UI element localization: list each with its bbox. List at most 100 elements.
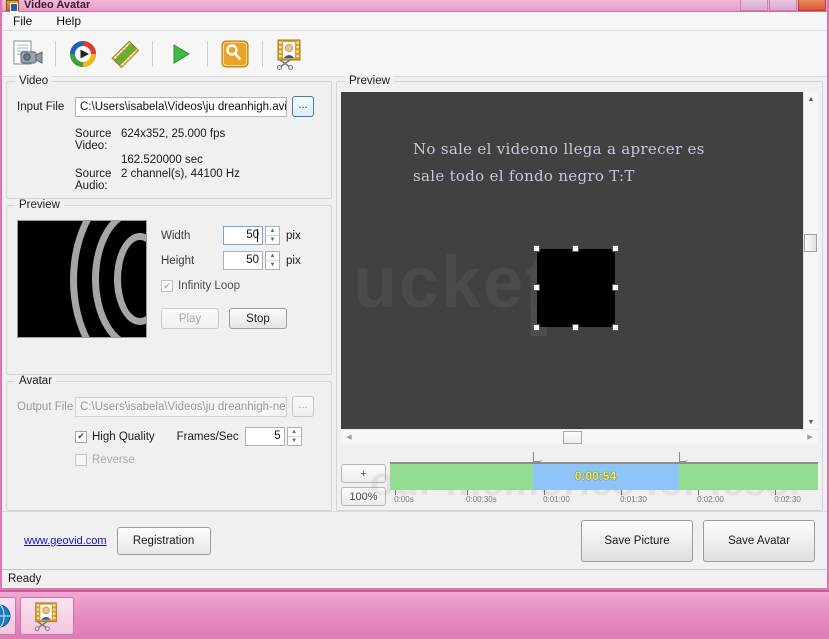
overlay-text-line1: No sale el videono llega a aprecer es (413, 140, 705, 158)
film-strip-icon[interactable] (105, 34, 145, 74)
scroll-up-arrow[interactable]: ▲ (808, 92, 815, 106)
width-stepper-down[interactable]: ▼ (266, 236, 279, 244)
width-stepper[interactable]: ▲ ▼ (265, 226, 280, 245)
crop-handle-nw[interactable] (533, 245, 540, 252)
quality-row: ✔ High Quality Frames/Sec 5 ▲ ▼ (17, 427, 321, 446)
selection-start-marker[interactable] (533, 452, 543, 462)
video-preview-legend: Preview (345, 75, 394, 87)
taskbar-video-avatar-icon[interactable] (20, 596, 74, 635)
media-player-icon[interactable] (63, 34, 103, 74)
infinity-loop-row[interactable]: ✔ Infinity Loop (161, 280, 321, 292)
taskbar (0, 590, 829, 639)
watermark-text: ucket (353, 243, 552, 323)
toolbar-separator (207, 40, 208, 67)
video-canvas[interactable]: p ucket No sale el videono llega a aprec… (341, 92, 803, 429)
crop-handle-se[interactable] (612, 324, 619, 331)
horizontal-scroll-thumb[interactable] (563, 431, 582, 444)
tick-label: 0:00s (394, 495, 414, 504)
save-avatar-button[interactable]: Save Avatar (703, 519, 815, 562)
preview-thumbnail[interactable] (17, 220, 147, 338)
output-file-browse-button[interactable]: ... (292, 396, 314, 417)
play-button[interactable]: Play (161, 308, 219, 329)
crop-handle-e[interactable] (612, 284, 619, 291)
overlay-text-line2: sale todo el fondo negro T:T (413, 167, 635, 185)
crop-handle-sw[interactable] (533, 324, 540, 331)
tick-label: 0:01:00 (543, 495, 570, 504)
playback-buttons: Play Stop (161, 308, 321, 329)
height-unit-label: pix (286, 254, 301, 267)
reverse-label: Reverse (92, 454, 135, 466)
timeline: + 100% our memories for less! 0:00:54 (341, 444, 818, 506)
video-group-legend: Video (15, 75, 53, 87)
crop-handle-w[interactable] (533, 284, 540, 291)
source-info-table: Source Video: 624x352, 25.000 fps 162.52… (17, 127, 240, 193)
avatar-cut-icon[interactable] (270, 34, 310, 74)
infinity-loop-checkbox[interactable]: ✔ (161, 280, 173, 292)
preview-horizontal-scrollbar[interactable]: ◀ ▶ (341, 429, 818, 444)
height-label: Height (161, 254, 195, 267)
height-stepper-down[interactable]: ▼ (266, 261, 279, 269)
key-icon[interactable] (215, 34, 255, 74)
reverse-row: ✔ Reverse (17, 454, 321, 466)
high-quality-label: High Quality (92, 430, 155, 443)
scroll-down-arrow[interactable]: ▼ (808, 415, 815, 429)
high-quality-checkbox[interactable]: ✔ (75, 430, 87, 443)
timeline-track[interactable]: 0:00:54 (390, 464, 818, 490)
scroll-right-arrow[interactable]: ▶ (802, 433, 818, 441)
stop-button[interactable]: Stop (229, 308, 287, 329)
minimize-button[interactable] (740, 0, 768, 11)
open-video-icon[interactable] (8, 34, 48, 74)
output-file-field[interactable]: C:\Users\isabela\Videos\ju dreanhigh-new (75, 396, 287, 417)
taskbar-browser-icon[interactable] (0, 596, 16, 635)
frames-per-sec-label: Frames/Sec (176, 430, 239, 443)
vertical-scroll-thumb[interactable] (804, 234, 817, 252)
preview-vertical-scrollbar[interactable]: ▲ ▼ (803, 92, 818, 429)
tick-label: 0:02:00 (697, 495, 724, 504)
text-caret (257, 229, 258, 242)
tick-label: 0:02:30 (774, 495, 801, 504)
video-group: Video Input File C:\Users\isabela\Videos… (6, 75, 332, 199)
input-file-field[interactable]: C:\Users\isabela\Videos\ju dreanhigh.avi (75, 96, 287, 117)
avatar-group-legend: Avatar (15, 375, 57, 387)
height-row: Height 50 ▲ ▼ pix (161, 251, 321, 270)
reverse-checkbox[interactable]: ✔ (75, 454, 87, 466)
application-window: Video Avatar File Help Video Input File … (0, 0, 829, 590)
window-controls[interactable] (739, 0, 826, 11)
frames-per-sec-input[interactable]: 5 (244, 427, 285, 446)
selection-end-marker[interactable] (678, 452, 688, 462)
height-stepper[interactable]: ▲ ▼ (265, 251, 280, 270)
width-stepper-up[interactable]: ▲ (266, 227, 279, 236)
source-audio-row: Source Audio: 2 channel(s), 44100 Hz (17, 167, 240, 193)
height-input[interactable]: 50 (223, 251, 263, 270)
window-title: Video Avatar (24, 0, 91, 11)
frames-per-sec-stepper-up[interactable]: ▲ (287, 428, 301, 437)
play-icon[interactable] (160, 34, 200, 74)
tick-label: 0:00:30s (466, 495, 497, 504)
input-file-browse-button[interactable]: ... (292, 96, 314, 117)
source-audio-value: 2 channel(s), 44100 Hz (121, 168, 240, 180)
timeline-main: our memories for less! 0:00:54 0:00s (370, 452, 818, 506)
crop-selection[interactable] (533, 245, 619, 331)
crop-handle-n[interactable] (572, 245, 579, 252)
maximize-button[interactable] (769, 0, 797, 11)
height-stepper-up[interactable]: ▲ (266, 252, 279, 261)
menu-bar: File Help (2, 12, 827, 31)
save-picture-button[interactable]: Save Picture (581, 519, 693, 562)
frames-per-sec-stepper-down[interactable]: ▼ (288, 437, 301, 445)
close-button[interactable] (798, 0, 826, 11)
geovid-website-link[interactable]: www.geovid.com (24, 535, 107, 547)
right-column: Preview p ucket No sale el videono llega… (336, 75, 823, 511)
timeline-zoom-in-button[interactable]: + (341, 464, 386, 483)
scroll-left-arrow[interactable]: ◀ (341, 433, 357, 441)
frames-per-sec-stepper[interactable]: ▲ ▼ (286, 427, 302, 446)
registration-button[interactable]: Registration (116, 526, 211, 555)
input-file-row: Input File C:\Users\isabela\Videos\ju dr… (17, 96, 321, 117)
timeline-zoom-level-button[interactable]: 100% (341, 487, 386, 506)
menu-item-file[interactable]: File (10, 13, 35, 29)
toolbar-separator (55, 40, 56, 67)
width-input[interactable]: 50 (223, 226, 263, 245)
crop-handle-s[interactable] (572, 324, 579, 331)
source-video-row-2: 162.520000 sec (17, 153, 240, 167)
crop-handle-ne[interactable] (612, 245, 619, 252)
menu-item-help[interactable]: Help (53, 13, 84, 29)
